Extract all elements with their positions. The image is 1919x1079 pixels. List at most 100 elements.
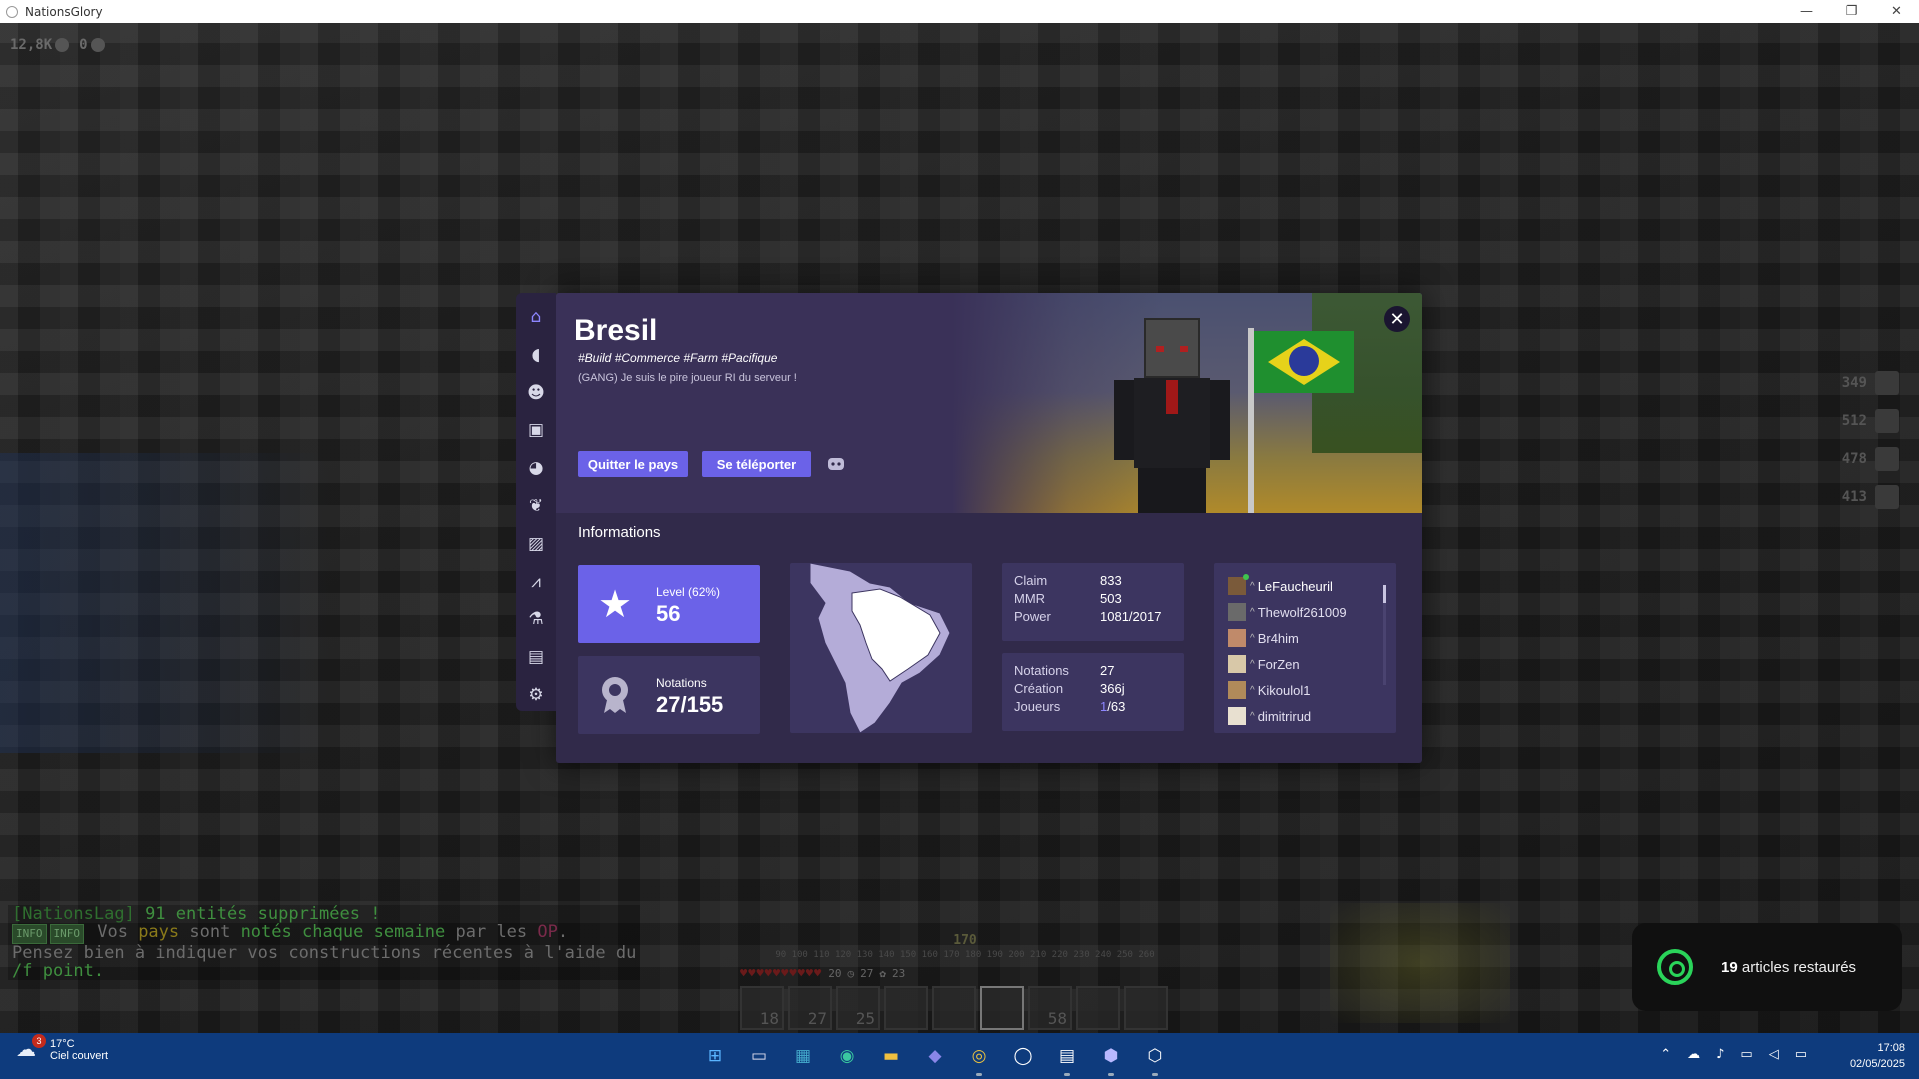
scrollbar-thumb[interactable] <box>1383 585 1386 603</box>
stat-key: Claim <box>1014 573 1048 588</box>
rank-icon: ^ <box>1250 606 1255 618</box>
hotbar-slot[interactable]: 18 <box>740 986 784 1030</box>
weather-widget[interactable]: ☁ 3 17°C Ciel couvert <box>16 1034 108 1062</box>
chat-line: /f point. <box>8 962 641 980</box>
block-highlight <box>1330 903 1510 1023</box>
level-value: 56 <box>656 601 681 626</box>
hotbar-slot-selected[interactable] <box>980 986 1024 1030</box>
network-icon[interactable]: ▭ <box>1740 1047 1752 1062</box>
compass-scale: 90 100 110 120 130 140 150 160 170 180 1… <box>775 950 1155 960</box>
member-row[interactable]: ^ Thewolf261009 <box>1228 599 1378 625</box>
hotbar-slot[interactable]: 25 <box>836 986 880 1030</box>
chrome-icon[interactable]: ◎ <box>964 1041 994 1076</box>
hotbar-slot[interactable] <box>932 986 976 1030</box>
restore-notification[interactable]: 19 articles restaurés <box>1632 923 1902 1011</box>
nav-piggy-bank-icon[interactable]: ◖ <box>521 339 551 371</box>
stat-key: MMR <box>1014 591 1046 606</box>
stat-claim: Claim 833 <box>1014 573 1122 588</box>
discord-icon[interactable] <box>826 454 846 474</box>
stat-creation: Création 366j <box>1014 681 1125 696</box>
nationsglory-game-icon[interactable]: ⬡ <box>1140 1041 1170 1076</box>
chat-prefix: [NationsLag] <box>12 904 135 924</box>
skin-arm <box>1210 380 1230 460</box>
folder-icon[interactable]: ▬ <box>876 1041 906 1071</box>
nav-briefcase-icon[interactable]: ▣ <box>521 414 551 446</box>
medal-icon <box>594 674 636 716</box>
stat-key: Notations <box>1014 663 1069 678</box>
hotbar-slot[interactable]: 58 <box>1028 986 1072 1030</box>
dell-icon[interactable]: ◯ <box>1008 1041 1038 1071</box>
stat-value: 27 <box>1100 663 1115 678</box>
info-tag: INFO <box>12 924 47 944</box>
members-list[interactable]: ^ LeFaucheuril ^ Thewolf261009 ^ Br4him ^ Fo… <box>1214 563 1396 733</box>
member-row[interactable]: ^ dimitrirud <box>1228 703 1378 729</box>
weather-badge: 3 <box>32 1034 46 1048</box>
nav-chart-line-icon[interactable]: ⩘ <box>521 566 551 598</box>
teleport-button[interactable]: Se téléporter <box>702 451 811 477</box>
cloud-sync-icon[interactable]: ☁ <box>1687 1047 1700 1062</box>
nav-home-icon[interactable]: ⌂ <box>521 301 551 333</box>
member-row[interactable]: ^ ForZen <box>1228 651 1378 677</box>
skin-arm <box>1114 380 1134 460</box>
nav-dove-icon[interactable]: ❦ <box>521 490 551 522</box>
members-scrollbar[interactable] <box>1383 585 1386 685</box>
hotbar-slot[interactable]: 27 <box>788 986 832 1030</box>
skin-head <box>1144 318 1200 378</box>
restore-button[interactable]: ❐ <box>1829 0 1874 23</box>
leader-skin <box>1108 318 1230 513</box>
nav-gear-icon[interactable]: ⚙ <box>521 679 551 711</box>
nationsglory-launcher-icon[interactable]: ⬢ <box>1096 1041 1126 1076</box>
word-icon[interactable]: ▤ <box>1052 1041 1082 1076</box>
window-titlebar[interactable]: NationsGlory — ❐ ✕ <box>0 0 1919 23</box>
member-row[interactable]: ^ Kikoulol1 <box>1228 677 1378 703</box>
cloud-icon: ☁ 3 <box>16 1034 46 1060</box>
avatar <box>1228 681 1246 699</box>
taskbar-clock[interactable]: 17:08 02/05/2025 <box>1850 1040 1905 1072</box>
chat-text: . <box>557 922 569 942</box>
member-name: Thewolf261009 <box>1257 604 1347 620</box>
volume-icon[interactable]: ◁ <box>1769 1047 1779 1062</box>
rank-icon: ^ <box>1250 710 1255 722</box>
nav-users-icon[interactable]: ☻ <box>521 377 551 409</box>
nav-brain-icon[interactable]: ◕ <box>521 452 551 484</box>
member-name: Kikoulol1 <box>1257 682 1311 698</box>
nav-scroll-icon[interactable]: ▤ <box>521 641 551 673</box>
edge-icon[interactable]: ◉ <box>832 1041 862 1071</box>
chat-text: notés chaque semaine <box>240 922 446 942</box>
member-name: Br4him <box>1257 630 1299 646</box>
slot-count: 27 <box>807 1009 827 1028</box>
window-title: NationsGlory <box>25 4 103 19</box>
hud-currency: 12,8K 0 <box>10 37 105 53</box>
water-area <box>0 453 330 753</box>
battery-icon[interactable]: ▭ <box>1795 1047 1807 1062</box>
stat-icon <box>1875 371 1899 395</box>
hotbar-slot[interactable] <box>884 986 928 1030</box>
teams-icon[interactable]: ◆ <box>920 1041 950 1071</box>
backup-icon <box>1657 949 1693 985</box>
task-view-icon[interactable]: ▭ <box>744 1041 774 1071</box>
store-icon[interactable]: ▦ <box>788 1041 818 1071</box>
info-tag: INFO <box>49 924 84 944</box>
online-indicator <box>1243 574 1249 580</box>
nav-images-icon[interactable]: ▨ <box>521 528 551 560</box>
chat-line: Pensez bien à indiquer vos constructions… <box>8 944 641 962</box>
close-window-button[interactable]: ✕ <box>1874 0 1919 23</box>
nav-flask-icon[interactable]: ⚗ <box>521 604 551 636</box>
quit-country-button[interactable]: Quitter le pays <box>578 451 688 477</box>
level-label: Level (62%) <box>656 585 721 599</box>
players-total: /63 <box>1107 699 1126 714</box>
chat-text: OP <box>537 922 558 942</box>
close-panel-button[interactable]: ✕ <box>1384 306 1410 332</box>
microphone-icon[interactable]: ♪ <box>1716 1047 1724 1062</box>
notification-message: articles restaurés <box>1737 958 1857 976</box>
hotbar-slot[interactable] <box>1124 986 1168 1030</box>
stat-mmr: MMR 503 <box>1014 591 1122 606</box>
member-row[interactable]: ^ LeFaucheuril <box>1228 573 1378 599</box>
status-bar: ♥♥♥♥♥♥♥♥♥♥ 20 ◷ 27 ✿ 23 <box>740 966 1190 980</box>
member-row[interactable]: ^ Br4him <box>1228 625 1378 651</box>
chevron-up-icon[interactable]: ⌃ <box>1660 1047 1671 1062</box>
hotbar-area: 170 90 100 110 120 130 140 150 160 170 1… <box>740 933 1190 1030</box>
minimize-button[interactable]: — <box>1784 0 1829 23</box>
hotbar-slot[interactable] <box>1076 986 1120 1030</box>
windows-start-icon[interactable]: ⊞ <box>700 1041 730 1071</box>
